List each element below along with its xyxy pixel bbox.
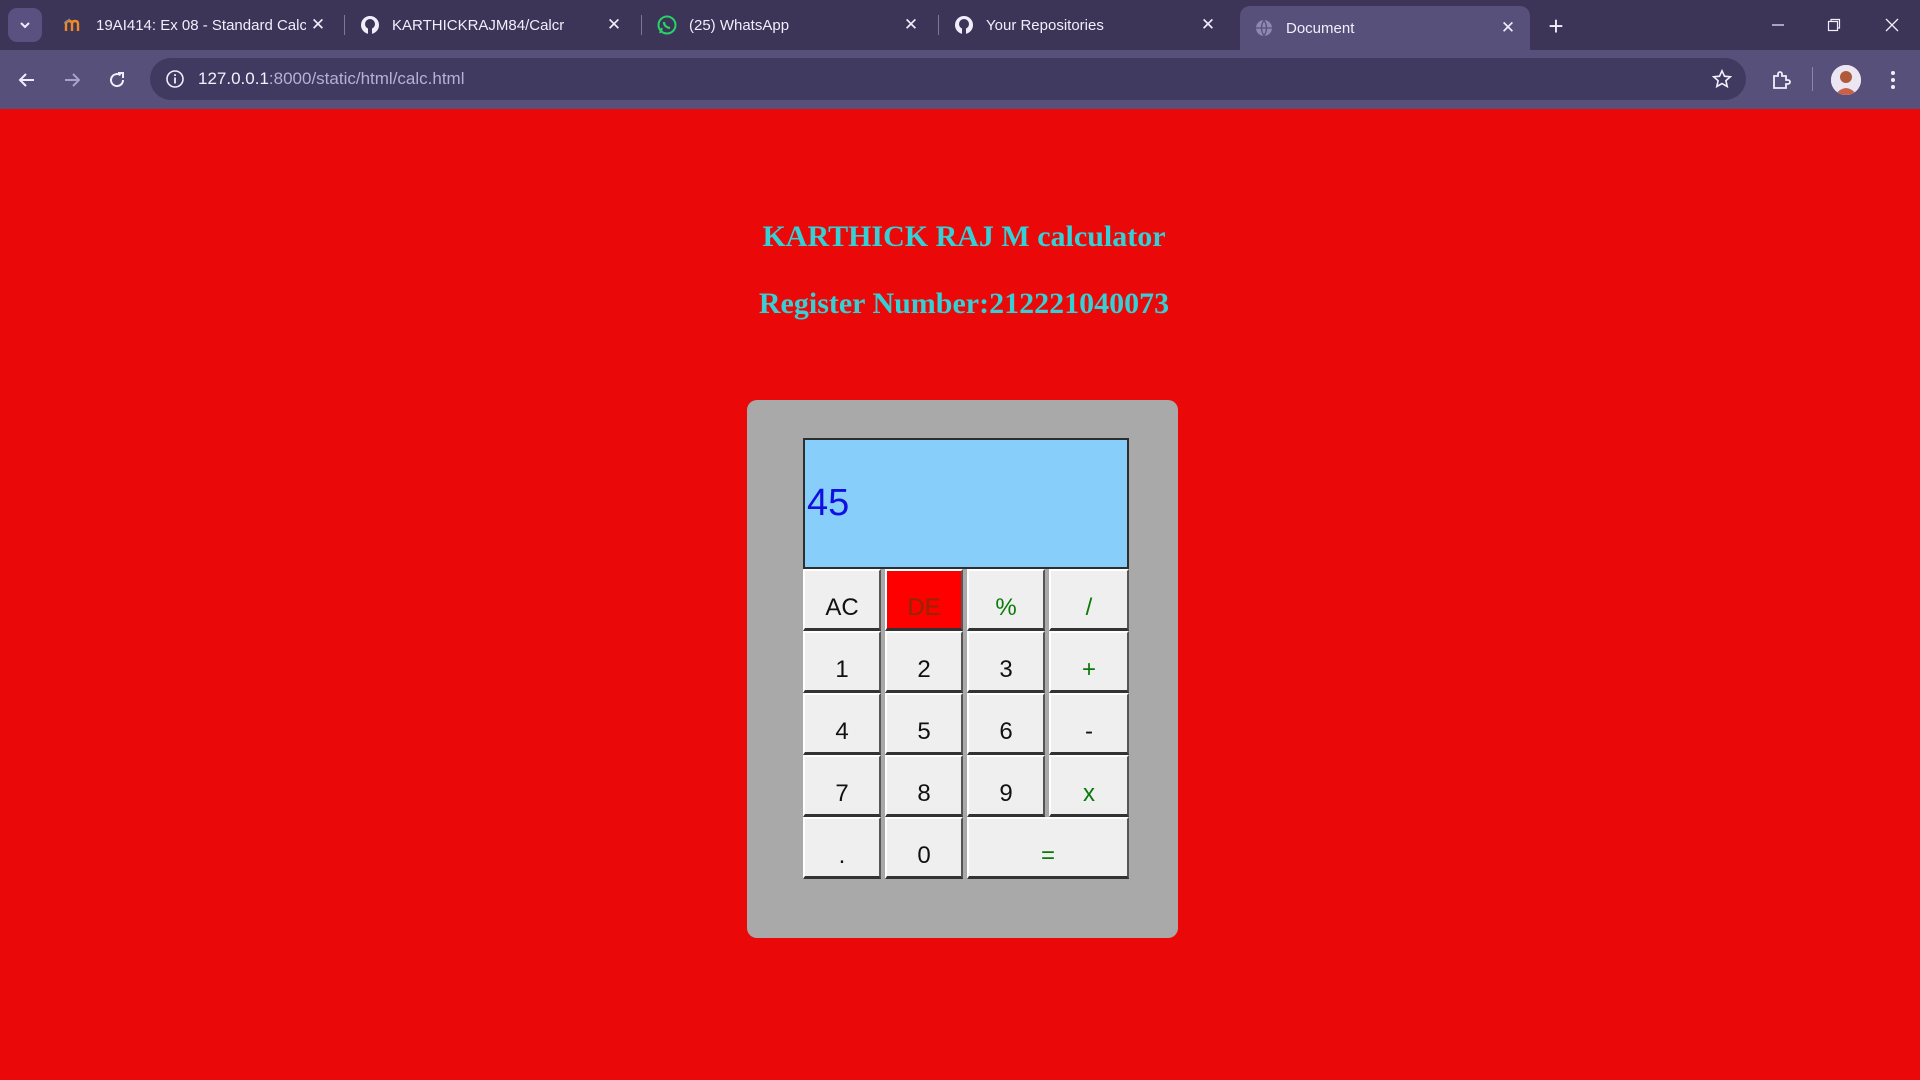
key-9[interactable]: 9 bbox=[967, 755, 1045, 817]
extensions-button[interactable] bbox=[1764, 63, 1798, 97]
tab-your-repositories[interactable]: Your Repositories ✕ bbox=[940, 8, 1230, 42]
toolbar-divider bbox=[1812, 67, 1813, 91]
tab-title: Your Repositories bbox=[986, 16, 1104, 34]
page-title: KARTHICK RAJ M calculator bbox=[762, 220, 1166, 253]
close-icon bbox=[1885, 18, 1899, 32]
url-text: 127.0.0.1:8000/static/html/calc.html bbox=[198, 69, 464, 89]
close-icon[interactable]: ✕ bbox=[899, 13, 923, 37]
key-ac[interactable]: AC bbox=[803, 569, 881, 631]
close-icon[interactable]: ✕ bbox=[1496, 16, 1520, 40]
url-host: 127.0.0.1 bbox=[198, 69, 269, 88]
key-divide[interactable]: / bbox=[1049, 569, 1129, 631]
key-8[interactable]: 8 bbox=[885, 755, 963, 817]
key-1[interactable]: 1 bbox=[803, 631, 881, 693]
puzzle-icon bbox=[1773, 71, 1791, 89]
minimize-button[interactable] bbox=[1750, 0, 1806, 50]
key-0[interactable]: 0 bbox=[885, 817, 963, 879]
key-6[interactable]: 6 bbox=[967, 693, 1045, 755]
register-number: Register Number:212221040073 bbox=[758, 287, 1170, 320]
tab-divider bbox=[938, 15, 939, 35]
tab-title: 19AI414: Ex 08 - Standard Calcu bbox=[96, 16, 306, 34]
key-5[interactable]: 5 bbox=[885, 693, 963, 755]
tab-title: KARTHICKRAJM84/Calcr bbox=[392, 16, 565, 34]
tab-title: Document bbox=[1286, 19, 1355, 37]
more-vertical-icon bbox=[1891, 71, 1895, 89]
tab-divider bbox=[641, 15, 642, 35]
chevron-down-icon bbox=[20, 22, 30, 29]
avatar-icon bbox=[1831, 65, 1861, 95]
key-percent[interactable]: % bbox=[967, 569, 1045, 631]
tab-search-button[interactable] bbox=[8, 8, 42, 42]
tab-document[interactable]: Document ✕ bbox=[1240, 6, 1530, 50]
plus-icon: + bbox=[1548, 10, 1564, 41]
minimize-icon bbox=[1772, 24, 1784, 26]
calculator-display: 45 bbox=[803, 438, 1129, 569]
address-bar[interactable]: 127.0.0.1:8000/static/html/calc.html bbox=[150, 58, 1746, 100]
close-window-button[interactable] bbox=[1864, 0, 1920, 50]
key-plus[interactable]: + bbox=[1049, 631, 1129, 693]
key-equals[interactable]: = bbox=[967, 817, 1129, 879]
reload-icon bbox=[110, 72, 125, 88]
bookmark-star-icon[interactable] bbox=[1710, 67, 1734, 91]
tab-strip: 19AI414: Ex 08 - Standard Calcu ✕ KARTHI… bbox=[0, 0, 1920, 50]
calculator: 45 AC DE % / 1 2 3 + 4 5 6 - 7 8 9 x . 0… bbox=[747, 400, 1178, 938]
tab-whatsapp[interactable]: (25) WhatsApp ✕ bbox=[643, 8, 933, 42]
restore-button[interactable] bbox=[1806, 0, 1862, 50]
github-icon bbox=[954, 15, 974, 35]
arrow-right-icon bbox=[65, 73, 81, 87]
browser-toolbar: 127.0.0.1:8000/static/html/calc.html bbox=[0, 50, 1920, 109]
restore-icon bbox=[1827, 18, 1841, 32]
close-icon[interactable]: ✕ bbox=[602, 13, 626, 37]
close-icon[interactable]: ✕ bbox=[1196, 13, 1220, 37]
info-icon[interactable] bbox=[162, 66, 188, 92]
whatsapp-icon bbox=[657, 15, 677, 35]
arrow-left-icon bbox=[18, 73, 34, 87]
key-3[interactable]: 3 bbox=[967, 631, 1045, 693]
key-7[interactable]: 7 bbox=[803, 755, 881, 817]
back-button[interactable] bbox=[10, 63, 44, 97]
key-minus[interactable]: - bbox=[1049, 693, 1129, 755]
tab-github-calcr[interactable]: KARTHICKRAJM84/Calcr ✕ bbox=[346, 8, 636, 42]
reload-button[interactable] bbox=[100, 63, 134, 97]
tab-moodle[interactable]: 19AI414: Ex 08 - Standard Calcu ✕ bbox=[50, 8, 340, 42]
tab-divider bbox=[344, 15, 345, 35]
key-4[interactable]: 4 bbox=[803, 693, 881, 755]
key-multiply[interactable]: x bbox=[1049, 755, 1129, 817]
globe-icon bbox=[1254, 18, 1274, 38]
key-decimal[interactable]: . bbox=[803, 817, 881, 879]
new-tab-button[interactable]: + bbox=[1540, 10, 1572, 42]
key-2[interactable]: 2 bbox=[885, 631, 963, 693]
url-path: :8000/static/html/calc.html bbox=[268, 69, 465, 88]
tab-title: (25) WhatsApp bbox=[689, 16, 790, 34]
profile-avatar[interactable] bbox=[1831, 65, 1861, 95]
moodle-icon bbox=[64, 15, 84, 35]
key-de[interactable]: DE bbox=[885, 569, 963, 631]
page-viewport: KARTHICK RAJ M calculator Register Numbe… bbox=[0, 109, 1920, 1080]
forward-button[interactable] bbox=[55, 63, 89, 97]
github-icon bbox=[360, 15, 380, 35]
close-icon[interactable]: ✕ bbox=[306, 13, 330, 37]
menu-button[interactable] bbox=[1876, 63, 1910, 97]
